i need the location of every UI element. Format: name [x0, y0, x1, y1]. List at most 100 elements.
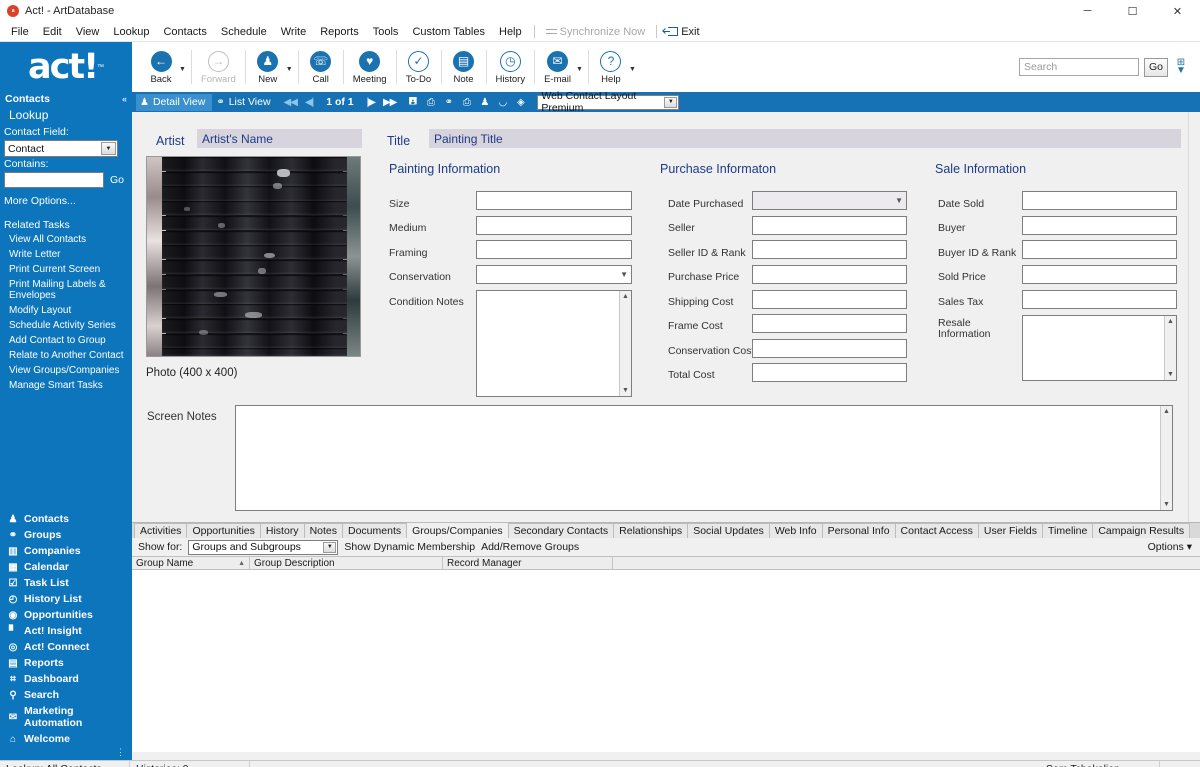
sidebar-item-act-connect[interactable]: ◎ Act! Connect	[0, 639, 132, 655]
menu-write[interactable]: Write	[274, 23, 313, 41]
tab-list-view[interactable]: ⚭ List View	[212, 94, 277, 111]
toolbar-note-button[interactable]: ▤ Note	[447, 50, 481, 85]
tab-relationships[interactable]: Relationships	[613, 523, 689, 538]
sidebar-item-contacts[interactable]: ♟ Contacts	[0, 511, 132, 527]
pin-toolbar-icon[interactable]: ⊞ ▼	[1176, 58, 1186, 76]
more-options-link[interactable]: More Options...	[0, 188, 132, 207]
toolbar-email-button[interactable]: ✉ E-mail	[540, 50, 575, 85]
menu-tools[interactable]: Tools	[366, 23, 406, 41]
toolbar-forward-button[interactable]: → Forward	[197, 50, 240, 85]
tab-social-updates[interactable]: Social Updates	[687, 523, 770, 538]
textarea-resale-information[interactable]: ▲ ▼	[1022, 315, 1177, 381]
tab-history[interactable]: History	[259, 523, 305, 538]
sidebar-item-companies[interactable]: ▥ Companies	[0, 543, 132, 559]
input-seller[interactable]	[752, 216, 907, 235]
input-shipping-cost[interactable]	[752, 290, 907, 309]
chevron-down-icon[interactable]: ▼	[101, 142, 116, 155]
status-resize-grip[interactable]	[1160, 761, 1200, 767]
painting-photo[interactable]	[146, 156, 361, 357]
contact-field-select[interactable]: Contact ▼	[4, 140, 118, 157]
form-panel-scrollbar[interactable]	[1188, 112, 1200, 522]
exit-button[interactable]: Exit	[662, 24, 705, 40]
new-window-icon[interactable]: ⎙	[460, 96, 473, 109]
input-sales-tax[interactable]	[1022, 290, 1177, 309]
column-group-name[interactable]: Group Name ▲	[132, 556, 250, 570]
lookup-go-button[interactable]: Go	[110, 174, 124, 186]
show-for-select[interactable]: Groups and Subgroups ▼	[188, 539, 339, 555]
grid-horizontal-scroll-area[interactable]	[132, 752, 1200, 760]
chevron-double-left-icon[interactable]: «	[122, 94, 127, 104]
save-icon[interactable]: 🖪	[406, 96, 419, 109]
tab-secondary-contacts[interactable]: Secondary Contacts	[507, 523, 615, 538]
options-button[interactable]: Options ▾	[1148, 541, 1200, 553]
menu-lookup[interactable]: Lookup	[106, 23, 156, 41]
input-buyer-id-rank[interactable]	[1022, 240, 1177, 259]
email-dropdown-caret-icon[interactable]: ▼	[576, 62, 583, 73]
toolbar-back-button[interactable]: ← Back	[144, 50, 178, 85]
sidebar-item-opportunities[interactable]: ◉ Opportunities	[0, 607, 132, 623]
layout-select[interactable]: Web Contact Layout Premium ▼	[537, 90, 680, 114]
column-record-manager[interactable]: Record Manager	[443, 556, 613, 570]
input-total-cost[interactable]	[752, 363, 907, 382]
tab-detail-view[interactable]: ♟ Detail View	[136, 93, 213, 111]
scroll-up-icon-notes[interactable]: ▲	[1161, 406, 1172, 417]
toolbar-todo-button[interactable]: ✓ To-Do	[402, 50, 436, 85]
toolbar-meeting-button[interactable]: ♥ Meeting	[349, 50, 391, 85]
attachment-icon[interactable]: ◡	[496, 96, 509, 109]
tab-contact-access[interactable]: Contact Access	[894, 523, 979, 538]
add-remove-groups-button[interactable]: Add/Remove Groups	[481, 541, 579, 553]
contains-input[interactable]	[4, 172, 104, 188]
textarea-condition-notes[interactable]: ▲ ▼	[476, 290, 632, 397]
task-write-letter[interactable]: Write Letter	[0, 247, 132, 262]
back-dropdown-caret-icon[interactable]: ▼	[179, 62, 186, 73]
task-relate-to-another-contact[interactable]: Relate to Another Contact	[0, 348, 132, 363]
task-print-mailing-labels[interactable]: Print Mailing Labels & Envelopes	[0, 277, 132, 303]
combo-conservation[interactable]: ▼	[476, 265, 632, 284]
menu-edit[interactable]: Edit	[36, 23, 69, 41]
task-view-groups-companies[interactable]: View Groups/Companies	[0, 363, 132, 378]
close-button[interactable]: ✕	[1155, 0, 1200, 22]
input-medium[interactable]	[476, 216, 632, 235]
first-record-icon[interactable]: ◀◀	[281, 97, 300, 108]
scroll-down-icon-resale[interactable]: ▼	[1165, 369, 1176, 380]
scroll-up-icon-resale[interactable]: ▲	[1165, 316, 1176, 327]
search-go-button[interactable]: Go	[1143, 57, 1168, 77]
task-view-all-contacts[interactable]: View All Contacts	[0, 232, 132, 247]
sidebar-item-welcome[interactable]: ⌂ Welcome	[0, 731, 132, 747]
show-dynamic-membership-button[interactable]: Show Dynamic Membership	[344, 541, 475, 553]
input-seller-id-rank[interactable]	[752, 240, 907, 259]
menu-contacts[interactable]: Contacts	[156, 23, 213, 41]
tab-timeline[interactable]: Timeline	[1042, 523, 1094, 538]
search-input[interactable]	[1018, 58, 1139, 76]
tab-documents[interactable]: Documents	[342, 523, 408, 538]
minimize-button[interactable]: ─	[1065, 0, 1110, 22]
groups-grid-body[interactable]	[132, 570, 1200, 752]
task-add-contact-to-group[interactable]: Add Contact to Group	[0, 333, 132, 348]
input-date-sold[interactable]	[1022, 191, 1177, 210]
toolbar-call-button[interactable]: ☏ Call	[304, 50, 338, 85]
menu-view[interactable]: View	[69, 23, 107, 41]
tab-personal-info[interactable]: Personal Info	[821, 523, 896, 538]
toolbar-history-button[interactable]: ◷ History	[492, 50, 530, 85]
menu-reports[interactable]: Reports	[313, 23, 366, 41]
menu-custom-tables[interactable]: Custom Tables	[405, 23, 492, 41]
print-icon[interactable]: ⎙	[424, 96, 437, 109]
title-value-field[interactable]: Painting Title	[429, 129, 1181, 148]
tab-activities[interactable]: Activities	[134, 523, 188, 538]
sidebar-item-marketing-automation[interactable]: ✉ Marketing Automation	[0, 703, 132, 731]
task-manage-smart-tasks[interactable]: Manage Smart Tasks	[0, 378, 132, 393]
sidebar-item-dashboard[interactable]: ⌗ Dashboard	[0, 671, 132, 687]
combo-date-purchased[interactable]: ▼	[752, 191, 907, 210]
input-buyer[interactable]	[1022, 216, 1177, 235]
menu-file[interactable]: File	[4, 23, 36, 41]
column-group-description[interactable]: Group Description	[250, 556, 443, 570]
sidebar-item-act-insight[interactable]: ▘ Act! Insight	[0, 623, 132, 639]
task-schedule-activity-series[interactable]: Schedule Activity Series	[0, 318, 132, 333]
sidebar-item-history-list[interactable]: ◴ History List	[0, 591, 132, 607]
sidebar-item-search[interactable]: ⚲ Search	[0, 687, 132, 703]
menu-help[interactable]: Help	[492, 23, 529, 41]
next-record-icon[interactable]: |▶	[364, 97, 378, 108]
sidebar-item-calendar[interactable]: ▦ Calendar	[0, 559, 132, 575]
tab-notes[interactable]: Notes	[303, 523, 343, 538]
tab-opportunities[interactable]: Opportunities	[186, 523, 261, 538]
